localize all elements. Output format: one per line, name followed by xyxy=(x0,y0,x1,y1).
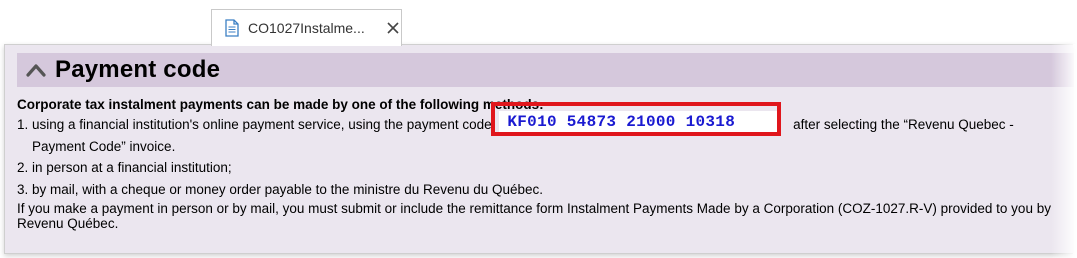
document-icon xyxy=(225,19,239,37)
note-text: If you make a payment in person or by ma… xyxy=(17,201,1051,231)
section-header: Payment code xyxy=(17,53,1074,87)
chevron-up-icon[interactable] xyxy=(25,62,47,78)
close-icon[interactable] xyxy=(385,20,401,36)
method-1-suffix: after selecting the “Revenu Quebec - xyxy=(793,117,1014,132)
highlight-box xyxy=(491,102,782,136)
method-3-line: 3. by mail, with a cheque or money order… xyxy=(17,182,544,197)
document-tab[interactable]: CO1027Instalme... xyxy=(211,9,402,46)
tab-title: CO1027Instalme... xyxy=(248,20,365,36)
method-1-prefix: 1. using a financial institution's onlin… xyxy=(17,117,492,132)
method-1-continuation: Payment Code” invoice. xyxy=(32,139,176,154)
right-edge-fade xyxy=(1051,44,1077,258)
section-content: Corporate tax instalment payments can be… xyxy=(17,95,1077,231)
section-title: Payment code xyxy=(55,56,221,83)
payment-code-wrapper: KF010 54873 21000 10318 xyxy=(491,102,782,136)
method-1-line: 1. using a financial institution's onlin… xyxy=(17,102,1077,137)
payment-code-panel: Payment code Corporate tax instalment pa… xyxy=(4,44,1074,254)
method-2-line: 2. in person at a financial institution; xyxy=(17,160,232,175)
